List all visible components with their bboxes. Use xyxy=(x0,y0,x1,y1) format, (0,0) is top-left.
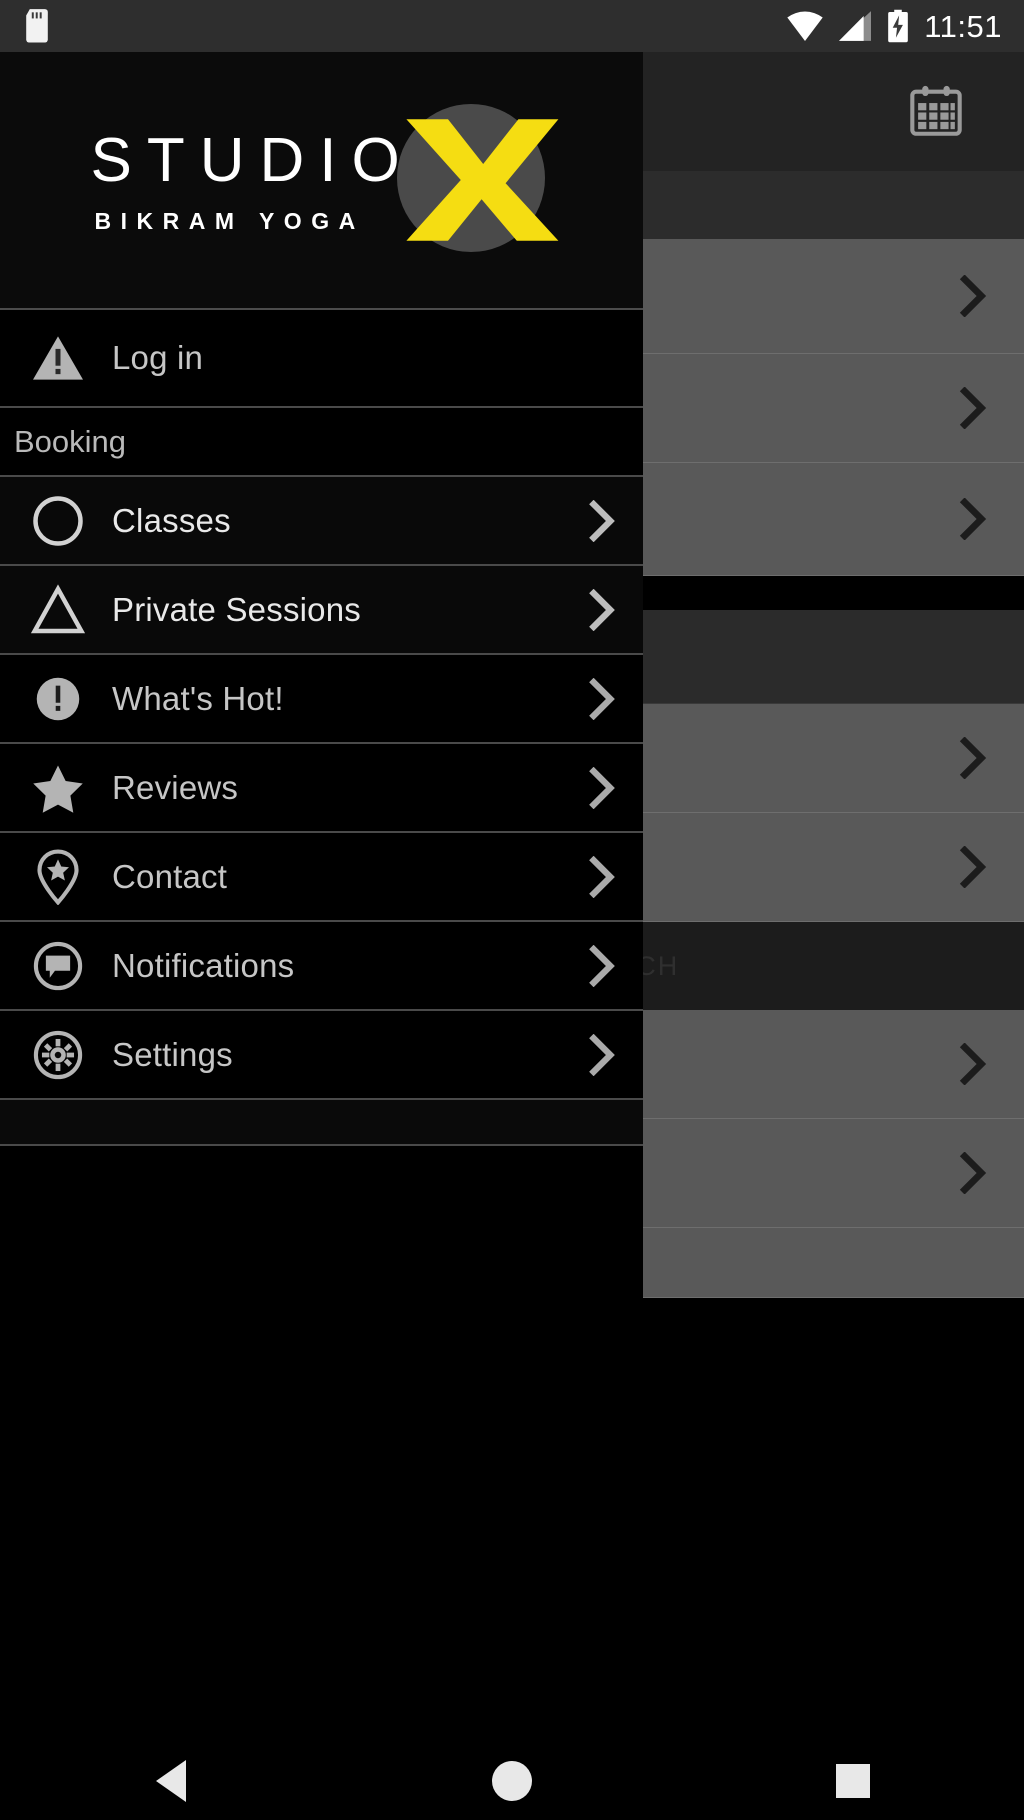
chevron-right-icon xyxy=(956,498,990,540)
drawer-footer-spacer xyxy=(0,1100,643,1146)
drawer-item-label: Private Sessions xyxy=(112,590,361,628)
battery-charging-icon xyxy=(886,9,910,43)
chevron-right-icon xyxy=(956,387,990,429)
drawer-item-login[interactable]: Log in xyxy=(0,310,643,408)
drawer-item-label: Notifications xyxy=(112,946,295,984)
drawer-section-header-booking: Booking xyxy=(0,408,643,477)
exclamation-circle-icon xyxy=(22,674,94,724)
drawer-item-label: What's Hot! xyxy=(112,679,284,717)
chevron-right-icon xyxy=(587,766,617,809)
drawer-item-label: Contact xyxy=(112,857,228,895)
navigation-drawer: STUDIO BIKRAM YOGA Log in Booking Classe… xyxy=(0,52,643,1742)
triangle-outline-icon xyxy=(22,583,94,636)
system-navigation-bar xyxy=(0,1742,1024,1820)
chevron-right-icon xyxy=(587,677,617,720)
warning-triangle-icon xyxy=(22,333,94,383)
chevron-right-icon xyxy=(956,1152,990,1194)
chat-bubble-circle-icon xyxy=(22,940,94,992)
drawer-item-label: Log in xyxy=(112,339,204,376)
drawer-item-private-sessions[interactable]: Private Sessions xyxy=(0,566,643,655)
chevron-right-icon xyxy=(587,855,617,898)
recents-square-icon xyxy=(836,1764,871,1798)
chevron-right-icon xyxy=(956,275,990,317)
wifi-icon xyxy=(786,10,824,42)
drawer-item-whats-hot[interactable]: What's Hot! xyxy=(0,655,643,744)
chevron-right-icon xyxy=(956,1043,990,1085)
circle-outline-icon xyxy=(22,494,94,548)
drawer-item-label: Settings xyxy=(112,1035,233,1073)
chevron-right-icon xyxy=(956,846,990,888)
chevron-right-icon xyxy=(587,588,617,631)
logo-subtitle: BIKRAM YOGA xyxy=(94,208,365,234)
drawer-item-settings[interactable]: Settings xyxy=(0,1011,643,1100)
gear-circle-icon xyxy=(22,1029,94,1081)
chevron-right-icon xyxy=(956,737,990,779)
calendar-icon[interactable] xyxy=(906,83,966,141)
drawer-item-contact[interactable]: Contact xyxy=(0,833,643,922)
drawer-item-reviews[interactable]: Reviews xyxy=(0,744,643,833)
logo-x-mark xyxy=(405,119,558,241)
signal-icon xyxy=(838,10,872,42)
drawer-item-notifications[interactable]: Notifications xyxy=(0,922,643,1011)
drawer-header-logo: STUDIO BIKRAM YOGA xyxy=(0,52,643,310)
chevron-right-icon xyxy=(587,1033,617,1076)
recents-button[interactable] xyxy=(793,1742,913,1820)
star-icon xyxy=(22,762,94,814)
map-pin-star-icon xyxy=(22,849,94,905)
home-circle-icon xyxy=(491,1761,532,1801)
drawer-item-label: Classes xyxy=(112,501,231,539)
home-button[interactable] xyxy=(452,1742,572,1820)
status-bar: 11:51 xyxy=(0,0,1024,52)
back-button[interactable] xyxy=(111,1742,231,1820)
chevron-right-icon xyxy=(587,944,617,987)
sd-card-icon xyxy=(24,8,50,44)
drawer-item-classes[interactable]: Classes xyxy=(0,477,643,566)
logo-title: STUDIO xyxy=(90,126,415,195)
back-triangle-icon xyxy=(155,1760,186,1802)
chevron-right-icon xyxy=(587,499,617,542)
status-bar-clock: 11:51 xyxy=(924,8,1002,44)
drawer-item-label: Reviews xyxy=(112,768,239,806)
